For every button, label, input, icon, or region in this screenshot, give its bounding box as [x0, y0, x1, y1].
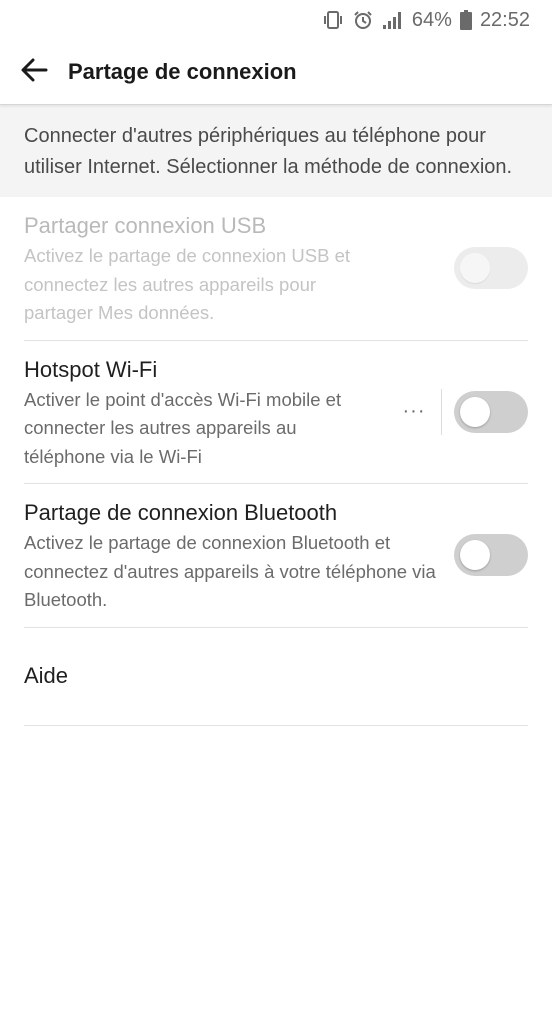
toggle-knob: [460, 253, 490, 284]
usb-tethering-toggle: [454, 247, 528, 290]
alarm-icon: [352, 9, 374, 31]
setting-bluetooth-tethering[interactable]: Partage de connexion Bluetooth Activez l…: [24, 484, 528, 628]
setting-actions: [454, 247, 528, 290]
help-item[interactable]: Aide: [24, 628, 528, 726]
more-options-button[interactable]: ···: [399, 392, 429, 432]
vibrate-icon: [322, 9, 344, 31]
toggle-knob: [460, 396, 490, 427]
bluetooth-tethering-toggle[interactable]: [454, 534, 528, 577]
setting-actions: [454, 534, 528, 577]
setting-description: Activer le point d'accès Wi-Fi mobile et…: [24, 388, 342, 467]
setting-title: Hotspot Wi-Fi: [24, 356, 158, 382]
setting-text: Hotspot Wi-Fi Activer le point d'accès W…: [24, 341, 399, 484]
setting-description: Activez le partage de connexion Bluetoot…: [24, 532, 436, 610]
setting-description: Activez le partage de connexion USB et c…: [24, 245, 350, 323]
setting-text: Partager connexion USB Activez le partag…: [24, 197, 454, 340]
intro-description: Connecter d'autres périphériques au télé…: [0, 105, 552, 197]
vertical-divider: [441, 388, 442, 435]
wifi-hotspot-toggle[interactable]: [454, 390, 528, 433]
setting-title: Partage de connexion Bluetooth: [24, 500, 338, 525]
clock: 22:52: [479, 8, 530, 31]
battery-percent: 64%: [411, 8, 452, 31]
battery-icon: [459, 10, 472, 30]
status-bar: 64% 22:52: [0, 0, 552, 40]
page-title: Partage de connexion: [68, 59, 297, 84]
settings-list: Partager connexion USB Activez le partag…: [0, 197, 552, 726]
setting-text: Partage de connexion Bluetooth Activez l…: [24, 484, 454, 627]
arrow-left-icon: [20, 56, 48, 89]
signal-icon: [382, 10, 404, 30]
setting-title: Partager connexion USB: [24, 213, 267, 238]
setting-wifi-hotspot[interactable]: Hotspot Wi-Fi Activer le point d'accès W…: [24, 341, 528, 484]
setting-usb-tethering: Partager connexion USB Activez le partag…: [24, 197, 528, 341]
app-bar: Partage de connexion: [0, 40, 552, 105]
setting-actions: ···: [399, 388, 528, 435]
help-label: Aide: [24, 663, 69, 688]
toggle-knob: [460, 540, 490, 571]
back-button[interactable]: [2, 40, 66, 104]
